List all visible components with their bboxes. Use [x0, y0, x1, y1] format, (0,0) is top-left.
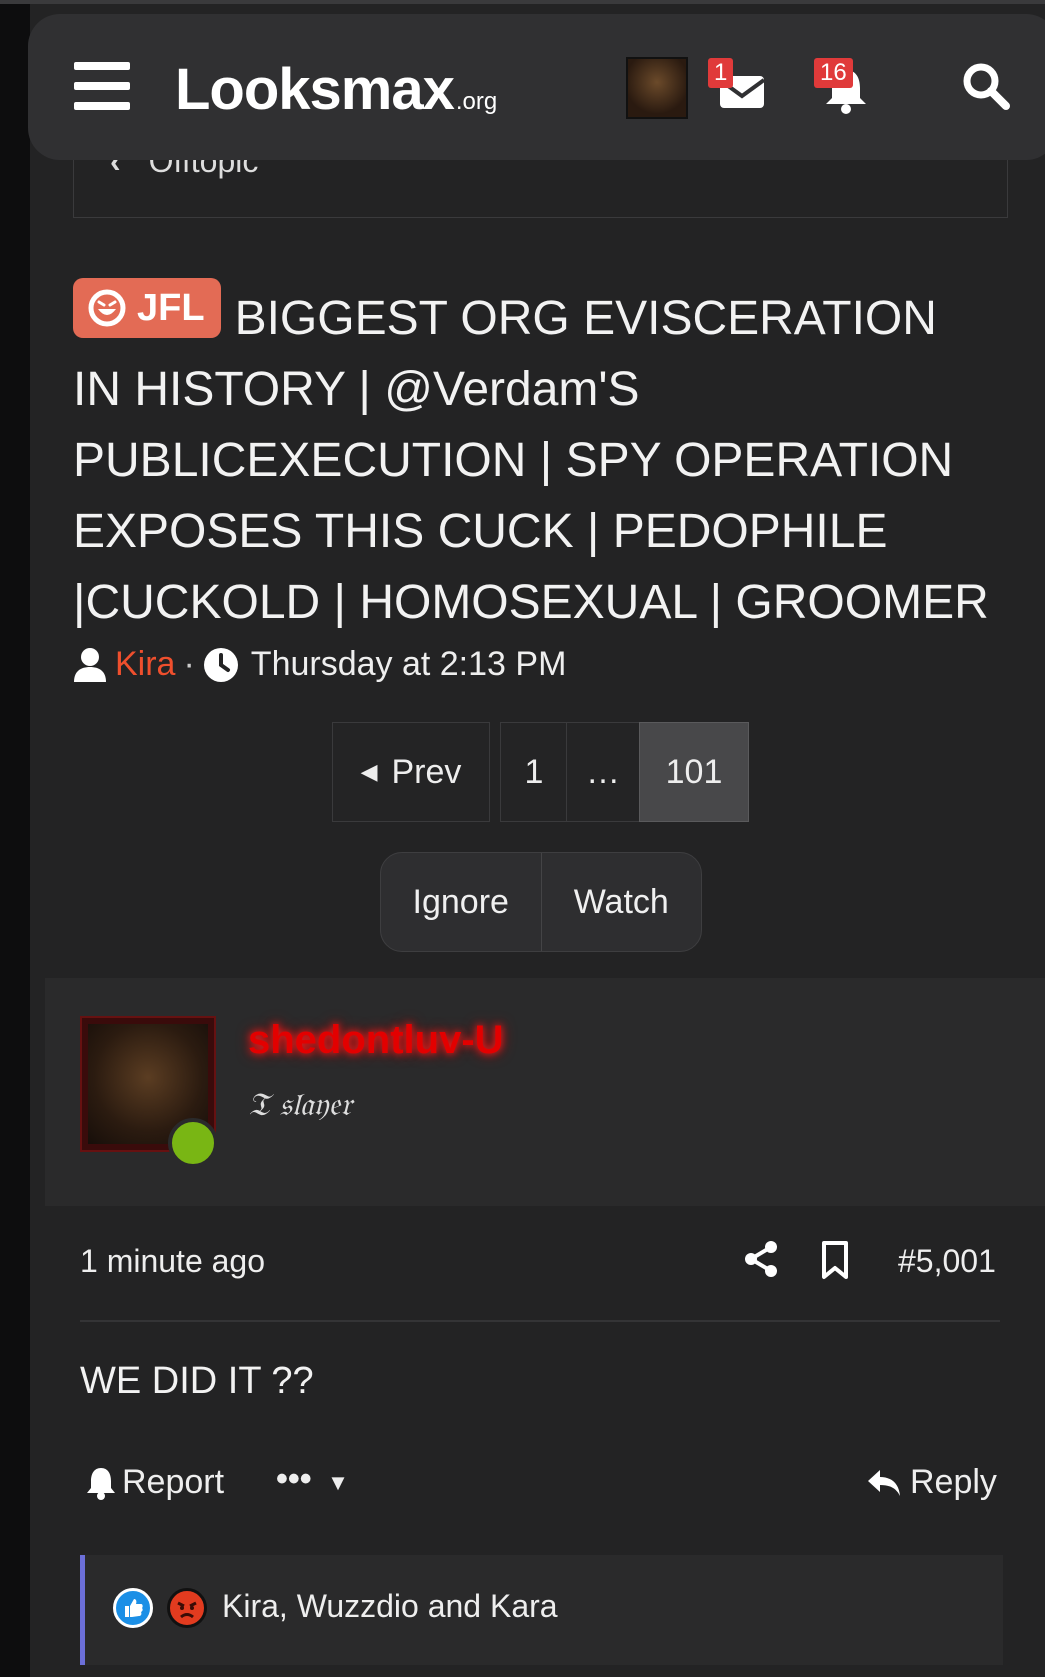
panel-pointer: [117, 1176, 177, 1206]
post-username[interactable]: shedontluv-U: [248, 1018, 504, 1063]
header-bar: Looksmax.org 1 16: [28, 14, 1045, 160]
caret-left-icon: ◀: [360, 759, 378, 784]
reactions-list[interactable]: Kira, Wuzzdio and Kara: [222, 1588, 558, 1625]
thread-date: Thursday at 2:13 PM: [250, 645, 567, 683]
search-icon[interactable]: [960, 60, 1016, 116]
alerts-badge: 16: [814, 58, 853, 88]
thread-author[interactable]: Kira: [115, 645, 175, 684]
like-icon: [113, 1588, 153, 1628]
thread-title: JFL BIGGEST ORG EVISCERATION IN HISTORY |…: [73, 278, 993, 638]
user-icon: [74, 647, 106, 682]
thread-meta: Kira · Thursday at 2:13 PM: [73, 645, 566, 684]
angry-face-icon: [167, 1588, 207, 1628]
post-body: WE DID IT ??: [80, 1360, 314, 1402]
ignore-button[interactable]: Ignore: [381, 853, 541, 951]
page-background: [30, 0, 1045, 1677]
caret-down-icon: ▼: [327, 1470, 349, 1495]
report-button[interactable]: Report: [86, 1463, 224, 1502]
messages-icon[interactable]: 1: [708, 58, 770, 118]
bookmark-icon[interactable]: [820, 1240, 850, 1280]
post-time[interactable]: 1 minute ago: [80, 1243, 265, 1280]
bell-icon[interactable]: 16: [814, 58, 874, 118]
thread-actions: Ignore Watch: [380, 852, 702, 952]
post-divider: [80, 1320, 1000, 1322]
top-border: [0, 0, 1045, 4]
reply-icon: [868, 1469, 900, 1496]
user-title: 𝔗 𝔰𝔩𝔞𝔶𝔢𝔯: [248, 1085, 352, 1123]
prefix-badge[interactable]: JFL: [73, 278, 221, 338]
menu-icon[interactable]: [74, 62, 130, 110]
watch-button[interactable]: Watch: [540, 853, 702, 951]
page-ellipsis-button[interactable]: …: [566, 722, 640, 822]
thread-title-text: BIGGEST ORG EVISCERATION IN HISTORY | @V…: [73, 292, 989, 629]
laughing-face-icon: [88, 289, 126, 327]
messages-badge: 1: [708, 58, 734, 88]
bell-icon: [87, 1467, 115, 1500]
page-1-button[interactable]: 1: [500, 722, 568, 822]
online-indicator: [168, 1118, 218, 1168]
prev-page-button[interactable]: ◀ Prev: [332, 722, 490, 822]
more-options-button[interactable]: ••• ▼: [276, 1460, 349, 1499]
clock-icon: [203, 647, 238, 682]
share-icon[interactable]: [742, 1240, 780, 1278]
page-current-button[interactable]: 101: [639, 722, 749, 822]
meta-separator: ·: [183, 645, 195, 683]
post-number-link[interactable]: #5,001: [898, 1243, 996, 1280]
left-edge-strip: [0, 0, 30, 1677]
reply-button[interactable]: Reply: [866, 1463, 997, 1502]
site-logo[interactable]: Looksmax.org: [175, 56, 497, 123]
header-avatar[interactable]: [626, 57, 688, 119]
